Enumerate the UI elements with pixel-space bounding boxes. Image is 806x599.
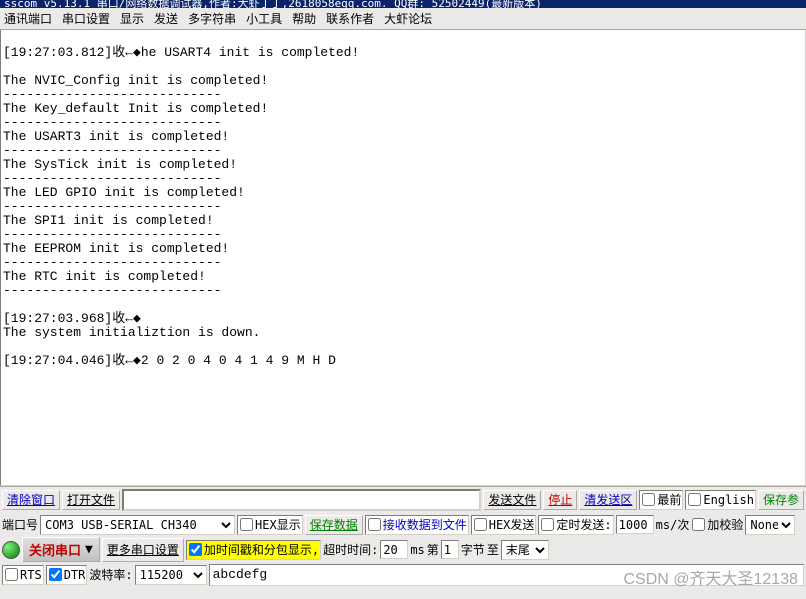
save-data-button[interactable]: 保存数据 <box>305 515 363 535</box>
row-file-controls: 清除窗口 打开文件 发送文件 停止 清发送区 最前 English 保存参 <box>0 487 806 512</box>
menubar: 通讯端口 串口设置 显示 发送 多字符串 小工具 帮助 联系作者 大虾论坛 <box>0 8 806 30</box>
tail-combo[interactable]: 末尾 <box>501 540 549 560</box>
log-line: ---------------------------- <box>3 115 221 130</box>
receive-area: [19:27:03.812]收←◆he USART4 init is compl… <box>0 30 806 486</box>
menu-serial-settings[interactable]: 串口设置 <box>62 10 110 27</box>
menu-multistring[interactable]: 多字符串 <box>188 10 236 27</box>
byte-no-input[interactable] <box>441 540 459 559</box>
menu-display[interactable]: 显示 <box>120 10 144 27</box>
log-line: ---------------------------- <box>3 199 221 214</box>
port-combo[interactable]: COM3 USB-SERIAL CH340 <box>40 515 235 535</box>
dtr-checkbox[interactable]: DTR <box>46 565 88 585</box>
timeout-label: 超时时间: <box>323 541 378 558</box>
timestamp-checkbox[interactable]: 加时间戳和分包显示, <box>186 540 321 560</box>
send-file-button[interactable]: 发送文件 <box>483 490 541 510</box>
log-line: ---------------------------- <box>3 227 221 242</box>
row-port: 端口号 COM3 USB-SERIAL CH340 HEX显示 保存数据 接收数… <box>0 512 806 537</box>
hex-show-checkbox[interactable]: HEX显示 <box>237 515 303 535</box>
log-line: [19:27:03.812]收←◆he USART4 init is compl… <box>3 45 359 60</box>
checksum-combo[interactable]: None <box>745 515 795 535</box>
topmost-checkbox[interactable]: 最前 <box>639 490 683 510</box>
log-line: ---------------------------- <box>3 143 221 158</box>
baud-combo[interactable]: 115200 <box>135 565 207 585</box>
menu-send[interactable]: 发送 <box>154 10 178 27</box>
log-line: The SysTick init is completed! <box>3 157 237 172</box>
clear-send-button[interactable]: 清发送区 <box>579 490 637 510</box>
port-label: 端口号 <box>2 516 38 533</box>
log-line: The Key_default Init is completed! <box>3 101 268 116</box>
interval-input[interactable] <box>616 515 654 534</box>
send-text-input[interactable] <box>209 564 804 586</box>
menu-help[interactable]: 帮助 <box>292 10 316 27</box>
log-line: [19:27:03.968]收←◆ <box>3 311 141 326</box>
hex-send-checkbox[interactable]: HEX发送 <box>471 515 537 535</box>
log-line: The system initializtion is down. <box>3 325 260 340</box>
log-line: The LED GPIO init is completed! <box>3 185 245 200</box>
log-line: ---------------------------- <box>3 255 221 270</box>
more-settings-button[interactable]: 更多串口设置 <box>102 538 184 562</box>
titlebar: sscom v5.13.1 串口/网络数据调试器,作者:大虾丁丁,2618058… <box>0 0 806 8</box>
row-advanced: 关闭串口▼ 更多串口设置 加时间戳和分包显示, 超时时间: ms 第 字节 至 … <box>0 537 806 562</box>
ms-label: ms <box>410 543 424 557</box>
zhi-label: 至 <box>487 541 499 558</box>
log-line: ---------------------------- <box>3 87 221 102</box>
open-file-button[interactable]: 打开文件 <box>62 490 120 510</box>
log-line: ---------------------------- <box>3 171 221 186</box>
english-checkbox[interactable]: English <box>685 490 756 510</box>
clear-window-button[interactable]: 清除窗口 <box>2 490 60 510</box>
save-params-button[interactable]: 保存参 <box>758 490 804 510</box>
menu-tools[interactable]: 小工具 <box>246 10 282 27</box>
baud-label: 波特率: <box>89 566 132 583</box>
log-line: The NVIC_Config init is completed! <box>3 73 268 88</box>
menu-comm[interactable]: 通讯端口 <box>4 10 52 27</box>
rts-checkbox[interactable]: RTS <box>2 565 44 585</box>
file-path-input[interactable] <box>122 489 481 511</box>
stop-button[interactable]: 停止 <box>543 490 577 510</box>
bottom-panel: 清除窗口 打开文件 发送文件 停止 清发送区 最前 English 保存参 端口… <box>0 486 806 587</box>
close-serial-button[interactable]: 关闭串口▼ <box>22 537 100 562</box>
log-line: The SPI1 init is completed! <box>3 213 214 228</box>
port-status-icon <box>2 541 20 559</box>
log-line: ---------------------------- <box>3 283 221 298</box>
timed-send-checkbox[interactable]: 定时发送: <box>538 515 613 535</box>
menu-contact[interactable]: 联系作者 <box>326 10 374 27</box>
zijie-label: 字节 <box>461 541 485 558</box>
di-label: 第 <box>427 541 439 558</box>
log-line: [19:27:04.046]收←◆2 0 2 0 4 0 4 1 4 9 M H… <box>3 353 344 368</box>
interval-unit: ms/次 <box>656 516 690 533</box>
log-line: The EEPROM init is completed! <box>3 241 229 256</box>
timeout-input[interactable] <box>380 540 408 559</box>
menu-forum[interactable]: 大虾论坛 <box>384 10 432 27</box>
checksum-checkbox[interactable]: 加校验 <box>691 515 743 535</box>
recv-to-file-checkbox[interactable]: 接收数据到文件 <box>365 515 469 535</box>
log-line: The RTC init is completed! <box>3 269 206 284</box>
log-line: The USART3 init is completed! <box>3 129 229 144</box>
row-send: RTS DTR 波特率: 115200 <box>0 562 806 587</box>
